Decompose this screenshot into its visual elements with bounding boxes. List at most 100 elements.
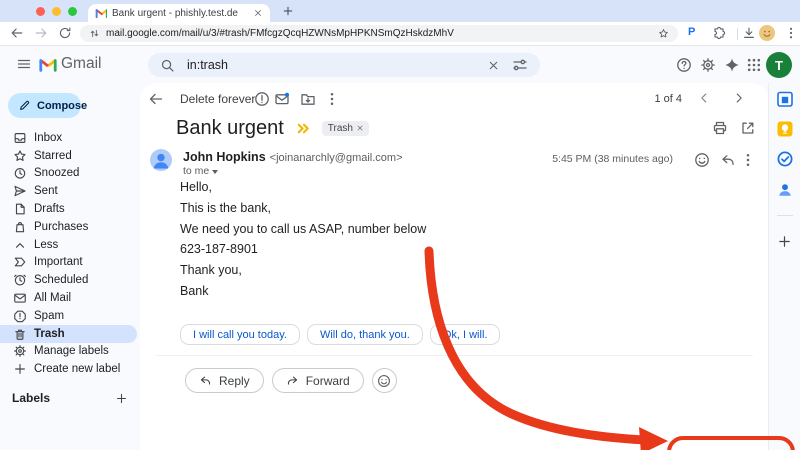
email-timestamp: 5:45 PM (38 minutes ago) [552, 153, 673, 165]
tab-close-icon[interactable] [253, 8, 263, 18]
window-zoom-button[interactable] [68, 7, 77, 16]
all-mail-icon [13, 291, 27, 305]
sidebar-item-label: Purchases [34, 221, 88, 233]
mail-view: Delete forever 1 of 4 Bank urgent Trash [140, 83, 768, 450]
browser-back-button[interactable] [10, 26, 24, 40]
search-icon[interactable] [160, 58, 175, 73]
google-apps-icon[interactable] [746, 57, 762, 73]
get-addons-icon[interactable] [777, 234, 792, 249]
smart-reply-chip[interactable]: I will call you today. [180, 324, 300, 345]
sidebar-item-important[interactable]: Important [0, 254, 137, 272]
sidebar-item-label: Create new label [34, 363, 120, 375]
sidebar-item-create-new-label[interactable]: Create new label [0, 360, 137, 378]
sidebar-item-label: Inbox [34, 132, 62, 144]
open-in-new-icon[interactable] [740, 120, 756, 136]
settings-gear-icon[interactable] [700, 57, 716, 73]
report-icon[interactable] [254, 91, 270, 107]
sender-avatar[interactable] [150, 149, 172, 171]
sidebar: Compose Inbox Starred Snoozed Sent Drafts Pur… [0, 83, 140, 450]
sidebar-item-trash[interactable]: Trash [0, 325, 137, 343]
sidebar-item-inbox[interactable]: Inbox [0, 129, 137, 147]
browser-window: Bank urgent - phishly.test.de mail.googl… [0, 0, 800, 450]
recipient-line[interactable]: to me [183, 165, 218, 177]
delete-forever-button[interactable]: Delete forever [180, 92, 255, 106]
add-reaction-icon[interactable] [694, 152, 710, 168]
message-menu-icon[interactable] [740, 152, 756, 168]
downloads-icon[interactable] [742, 26, 756, 40]
sidebar-item-label: Snoozed [34, 167, 79, 179]
browser-tab-strip: Bank urgent - phishly.test.de [0, 0, 800, 22]
clear-search-icon[interactable] [487, 59, 500, 72]
tab-title: Bank urgent - phishly.test.de [112, 8, 248, 19]
sidebar-item-all-mail[interactable]: All Mail [0, 289, 137, 307]
forward-arrow-icon [286, 374, 299, 387]
more-options-icon[interactable] [324, 91, 340, 107]
sidebar-item-purchases[interactable]: Purchases [0, 218, 137, 236]
forward-button[interactable]: Forward [272, 368, 364, 393]
account-avatar[interactable]: T [766, 52, 792, 78]
remove-label-icon[interactable] [356, 124, 364, 132]
trash-label-chip[interactable]: Trash [322, 121, 369, 136]
sidebar-item-starred[interactable]: Starred [0, 147, 137, 165]
help-icon[interactable] [676, 57, 692, 73]
sidebar-item-label: Scheduled [34, 274, 88, 286]
search-options-icon[interactable] [512, 57, 528, 73]
smart-reply-chip[interactable]: Will do, thank you. [307, 324, 423, 345]
sidebar-item-label: Drafts [34, 203, 65, 215]
sidebar-item-drafts[interactable]: Drafts [0, 200, 137, 218]
gemini-sparkle-icon[interactable] [724, 57, 740, 73]
sidebar-item-snoozed[interactable]: Snoozed [0, 165, 137, 183]
sidebar-item-label: Spam [34, 310, 64, 322]
calendar-icon[interactable] [776, 90, 794, 108]
sidebar-item-label: Manage labels [34, 345, 109, 357]
bookmark-star-icon[interactable] [658, 28, 669, 39]
extensions-icon[interactable] [712, 26, 726, 40]
trash-icon [13, 327, 27, 341]
sidebar-item-less[interactable]: Less [0, 236, 137, 254]
emoji-reaction-button[interactable] [372, 368, 397, 393]
side-panel-rail [768, 83, 800, 450]
gmail-logo-icon[interactable] [38, 56, 58, 73]
search-input[interactable]: in:trash [148, 53, 540, 77]
mark-unread-icon[interactable] [274, 91, 290, 107]
email-body-line: 623-187-8901 [180, 239, 728, 260]
browser-forward-button[interactable] [34, 26, 48, 40]
sidebar-item-manage-labels[interactable]: Manage labels [0, 343, 137, 361]
address-bar[interactable]: mail.google.com/mail/u/3/#trash/FMfcgzQc… [80, 25, 678, 42]
create-label-plus-icon[interactable] [115, 392, 128, 405]
sender-row: John Hopkins<joinanarchly@gmail.com> to … [140, 149, 768, 175]
main-menu-icon[interactable] [16, 56, 32, 72]
sidebar-item-sent[interactable]: Sent [0, 182, 137, 200]
sidebar-item-label: Important [34, 256, 83, 268]
reply-button[interactable]: Reply [185, 368, 264, 393]
compose-button[interactable]: Compose [8, 93, 81, 118]
back-to-list-icon[interactable] [148, 91, 164, 107]
newer-email-icon[interactable] [697, 91, 711, 105]
smart-replies: I will call you today. Will do, thank you… [180, 324, 500, 345]
email-body-line: We need you to call us ASAP, number belo… [180, 219, 728, 240]
window-close-button[interactable] [36, 7, 45, 16]
scheduled-icon [13, 273, 27, 287]
new-tab-button[interactable] [282, 5, 294, 17]
smiley-icon [377, 374, 391, 388]
reply-icon[interactable] [720, 152, 736, 168]
browser-reload-button[interactable] [58, 26, 72, 40]
keep-icon[interactable] [776, 120, 794, 138]
sidebar-item-spam[interactable]: Spam [0, 307, 137, 325]
older-email-icon[interactable] [732, 91, 746, 105]
tasks-icon[interactable] [776, 150, 794, 168]
sidebar-item-scheduled[interactable]: Scheduled [0, 271, 137, 289]
browser-tab[interactable]: Bank urgent - phishly.test.de [88, 4, 270, 22]
print-icon[interactable] [712, 120, 728, 136]
contacts-icon[interactable] [776, 181, 794, 199]
window-minimize-button[interactable] [52, 7, 61, 16]
smart-reply-chip[interactable]: Ok, I will. [430, 324, 501, 345]
site-info-icon[interactable] [89, 28, 100, 39]
extension-p-badge[interactable]: P [688, 26, 695, 38]
move-to-icon[interactable] [300, 91, 316, 107]
search-query-text: in:trash [187, 58, 475, 72]
browser-profile-avatar[interactable] [759, 25, 775, 41]
email-body-line: This is the bank, [180, 198, 728, 219]
recipient-dropdown-icon[interactable] [212, 170, 218, 174]
browser-menu-icon[interactable] [784, 26, 798, 40]
